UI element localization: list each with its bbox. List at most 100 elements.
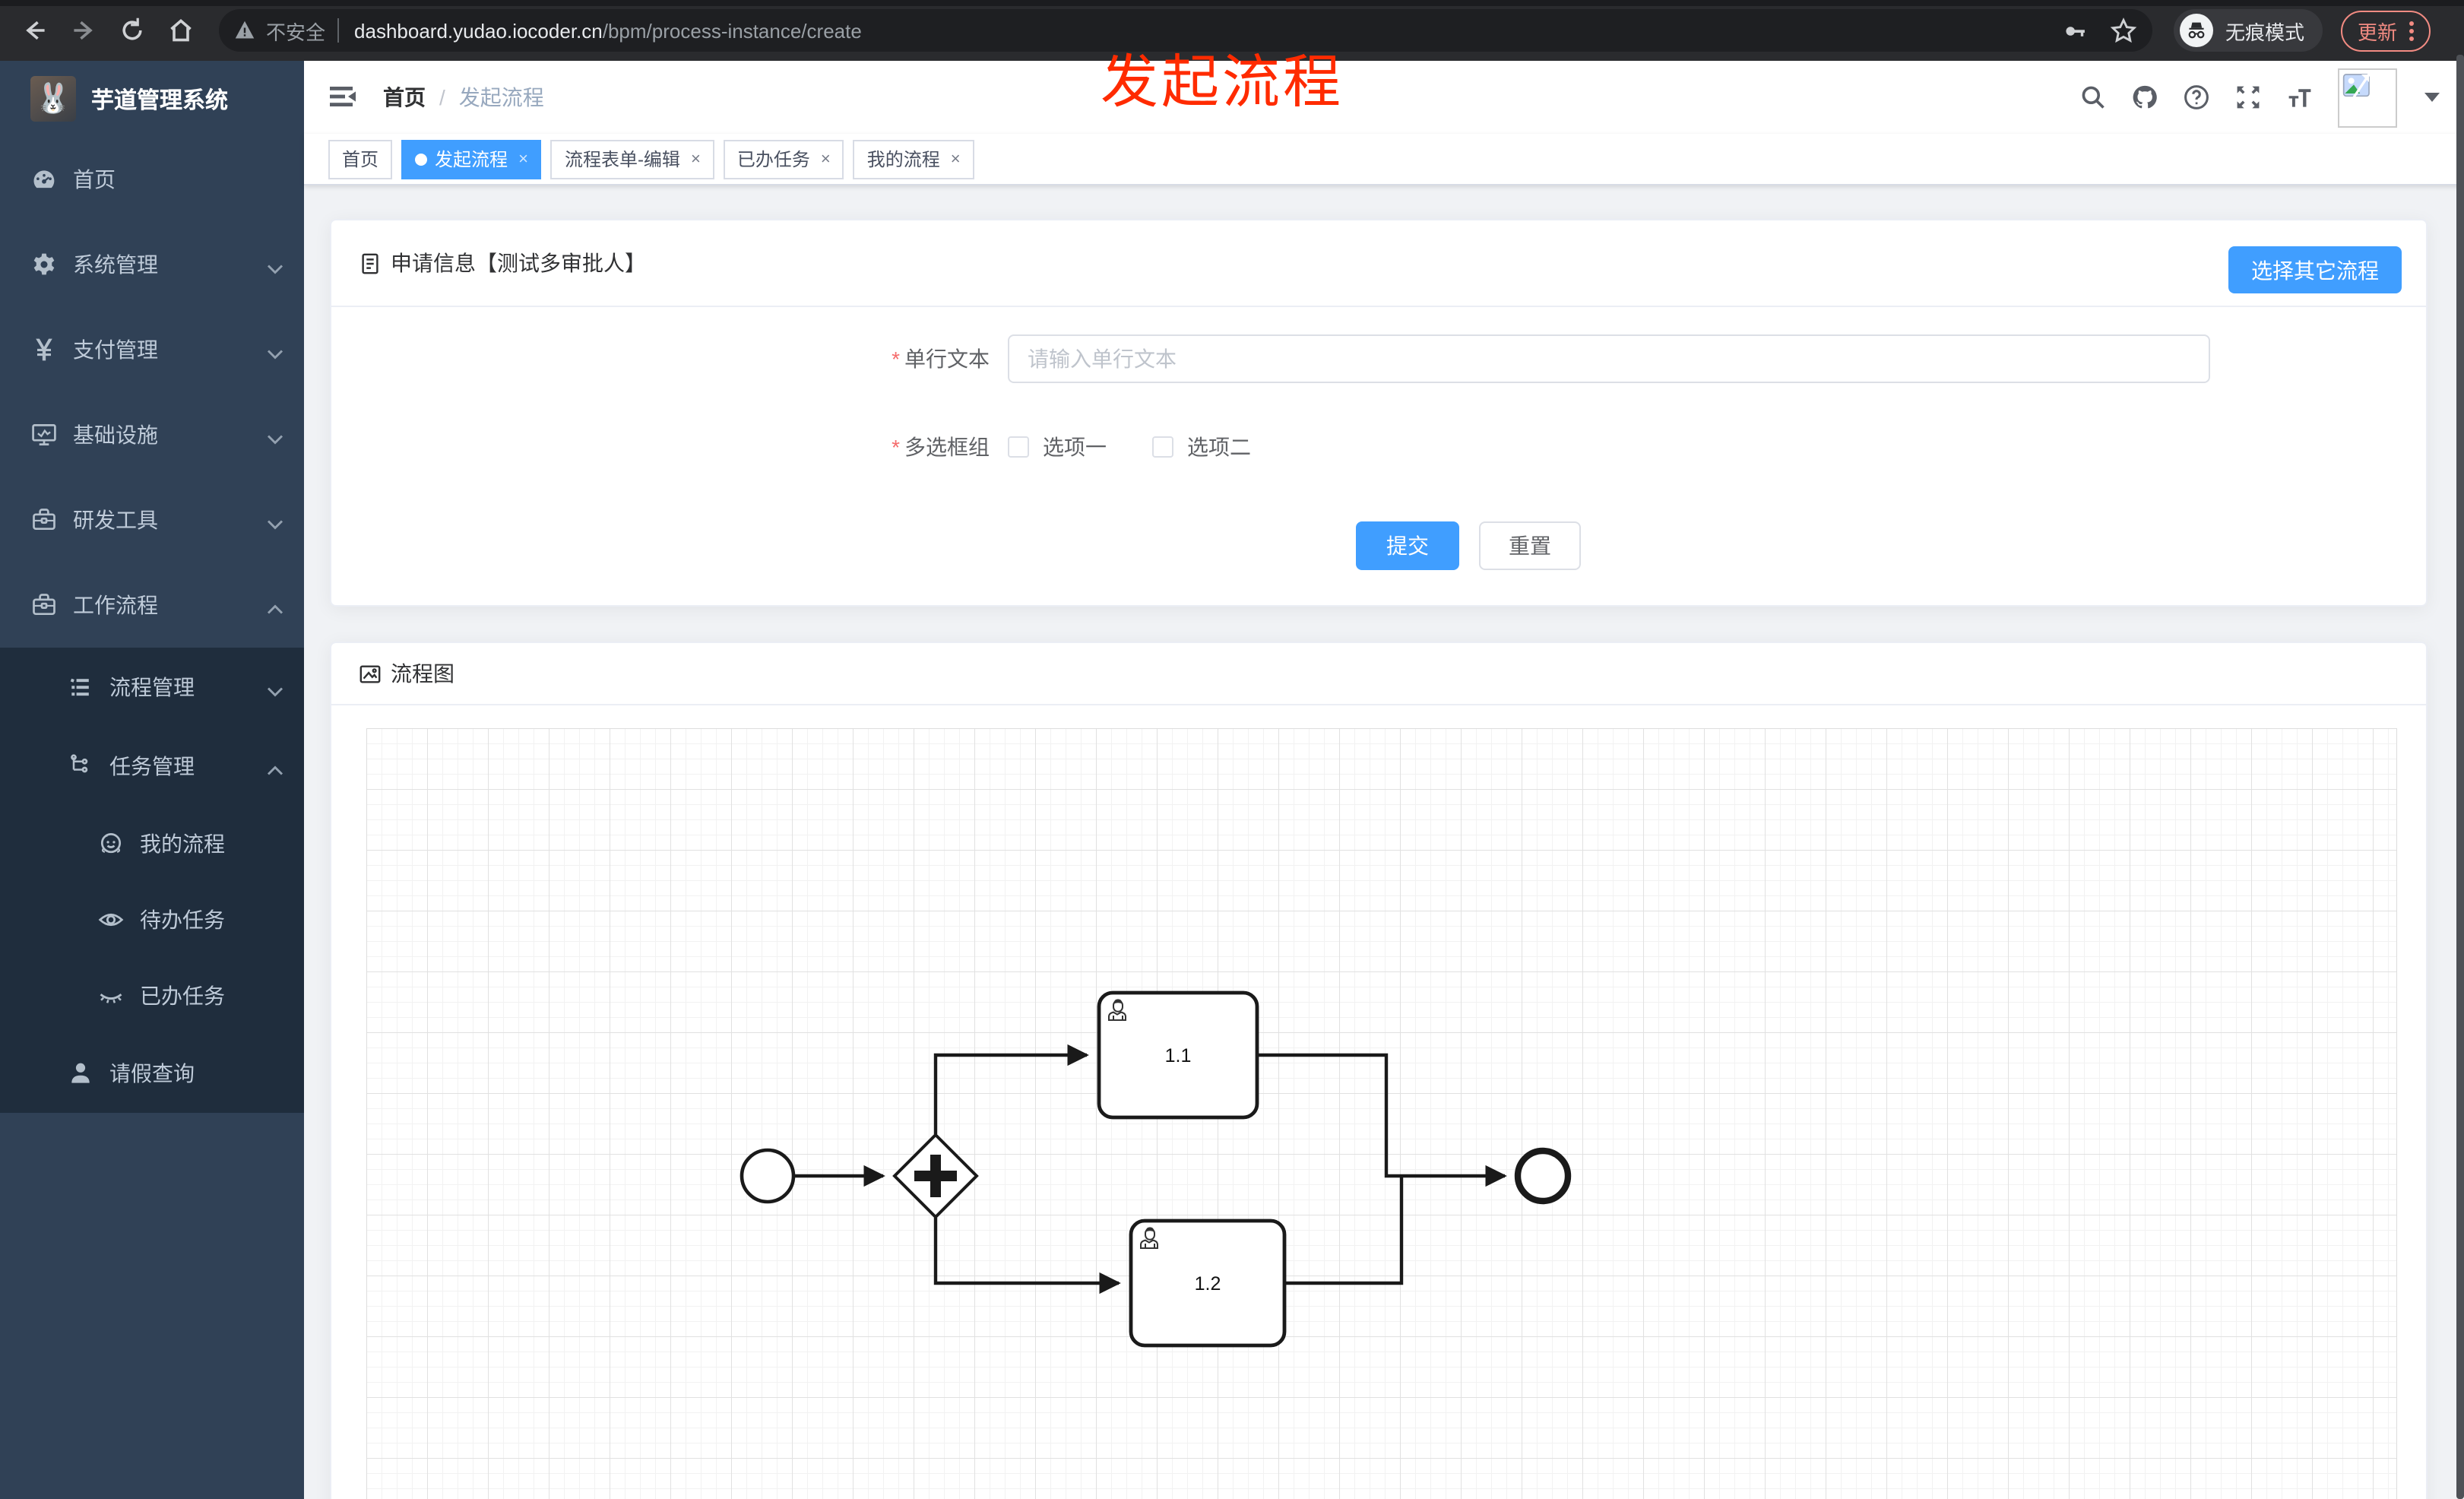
toolbox-icon <box>30 591 58 619</box>
person-icon <box>67 1060 94 1087</box>
content: 申请信息【测试多审批人】 选择其它流程 *单行文本 *多选框组 选项一 选项二 <box>304 185 2464 1499</box>
update-button[interactable]: 更新 <box>2341 10 2431 51</box>
security-label[interactable]: 不安全 <box>266 16 325 45</box>
sidebar-item-3[interactable]: 基础设施 <box>0 392 304 477</box>
dashboard-icon <box>30 166 58 193</box>
incognito-badge: 无痕模式 <box>2174 9 2323 52</box>
sidebar-item-6[interactable]: 流程管理 <box>0 648 304 727</box>
toolbox-icon <box>30 506 58 534</box>
chevron-down-icon <box>261 341 283 360</box>
monitor-icon <box>30 421 58 448</box>
sidebar-item-label: 系统管理 <box>73 252 158 277</box>
start-event[interactable] <box>740 1148 796 1204</box>
collapse-sidebar-icon[interactable] <box>328 82 359 113</box>
picture-icon <box>359 664 381 683</box>
checkbox-option-1[interactable]: 选项二 <box>1152 432 1251 462</box>
tab-label: 我的流程 <box>866 149 940 170</box>
task-label: 1.1 <box>1165 1045 1192 1066</box>
sidebar-item-7[interactable]: 任务管理 <box>0 727 304 806</box>
help-icon[interactable] <box>2183 84 2210 111</box>
submit-button[interactable]: 提交 <box>1356 521 1459 570</box>
checkbox-label: 选项二 <box>1187 435 1251 459</box>
chevron-up-icon <box>261 596 283 614</box>
tab-label: 流程表单-编辑 <box>564 149 680 170</box>
document-icon <box>362 252 378 274</box>
back-icon[interactable] <box>21 17 49 44</box>
sidebar-item-11[interactable]: 请假查询 <box>0 1034 304 1113</box>
user-task[interactable]: 1.2 <box>1129 1219 1287 1348</box>
sidebar-item-4[interactable]: 研发工具 <box>0 477 304 563</box>
checkbox-group-label: * 多选框组 <box>892 435 990 459</box>
breadcrumb-current: 发起流程 <box>458 85 544 109</box>
yen-icon <box>30 336 58 363</box>
search-icon[interactable] <box>2079 84 2107 111</box>
sidebar-item-2[interactable]: 支付管理 <box>0 307 304 392</box>
text-field-input[interactable] <box>1008 334 2210 383</box>
eye-icon <box>97 906 125 933</box>
key-icon[interactable] <box>2063 17 2089 43</box>
sidebar-item-label: 我的流程 <box>140 832 225 856</box>
end-event[interactable] <box>1514 1147 1572 1205</box>
close-icon[interactable]: × <box>821 150 831 168</box>
github-icon[interactable] <box>2131 84 2158 111</box>
avatar[interactable] <box>2338 68 2397 127</box>
reset-button[interactable]: 重置 <box>1479 521 1581 570</box>
sidebar-item-label: 请假查询 <box>109 1061 195 1085</box>
url-host: dashboard.yudao.iocoder.cn <box>354 19 603 42</box>
sidebar-item-1[interactable]: 系统管理 <box>0 222 304 307</box>
page-scrollbar[interactable] <box>2456 55 2464 1499</box>
tab-2[interactable]: 流程表单-编辑 × <box>550 139 714 179</box>
tab-label: 已办任务 <box>736 149 810 170</box>
breadcrumb-separator: / <box>439 85 445 109</box>
sidebar-item-10[interactable]: 已办任务 <box>0 958 304 1034</box>
breadcrumb: 首页 / 发起流程 <box>383 82 544 113</box>
text-field-row: * 单行文本 <box>331 334 2426 383</box>
checkbox[interactable] <box>1152 436 1173 458</box>
home-icon[interactable] <box>167 17 195 44</box>
close-icon[interactable]: × <box>691 150 701 168</box>
address-bar[interactable]: 不安全 dashboard.yudao.iocoder.cn/bpm/proce… <box>219 9 2152 52</box>
select-other-process-button[interactable]: 选择其它流程 <box>2228 246 2402 293</box>
task-label: 1.2 <box>1195 1273 1221 1295</box>
required-mark: * <box>892 347 900 371</box>
sidebar-item-label: 研发工具 <box>73 508 158 532</box>
sidebar-item-8[interactable]: 我的流程 <box>0 806 304 882</box>
sidebar-item-label: 工作流程 <box>73 593 158 617</box>
sidebar-item-5[interactable]: 工作流程 <box>0 563 304 648</box>
chevron-down-icon <box>261 678 283 697</box>
bpmn-canvas[interactable]: 1.1 1.2 <box>366 727 2398 1499</box>
user-task[interactable]: 1.1 <box>1097 990 1259 1120</box>
header: 首页 / 发起流程 <box>304 61 2464 134</box>
tab-label: 发起流程 <box>435 149 508 170</box>
app-title: 芋道管理系统 <box>91 87 229 113</box>
fullscreen-icon[interactable] <box>2234 84 2262 111</box>
sidebar-item-label: 支付管理 <box>73 338 158 362</box>
required-mark: * <box>892 435 900 459</box>
gear-icon <box>30 251 58 278</box>
tab-3[interactable]: 已办任务 × <box>723 139 844 179</box>
checkbox-option-0[interactable]: 选项一 <box>1008 432 1107 462</box>
font-size-icon[interactable] <box>2286 84 2314 111</box>
apply-info-title: 申请信息【测试多审批人】 <box>391 251 646 275</box>
list-icon <box>67 673 94 701</box>
close-icon[interactable]: × <box>951 150 961 168</box>
breadcrumb-home[interactable]: 首页 <box>383 82 426 113</box>
tab-0[interactable]: 首页 <box>328 139 393 179</box>
close-icon[interactable]: × <box>518 150 528 168</box>
tab-4[interactable]: 我的流程 × <box>853 139 974 179</box>
forward-icon[interactable] <box>70 17 97 44</box>
sidebar-item-0[interactable]: 首页 <box>0 137 304 222</box>
tab-1[interactable]: 发起流程 × <box>401 139 542 179</box>
checkbox[interactable] <box>1008 436 1029 458</box>
browser-menu-icon[interactable] <box>2409 21 2415 40</box>
sidebar-item-label: 任务管理 <box>109 754 195 778</box>
sidebar-item-label: 首页 <box>73 167 116 192</box>
avatar-caret-icon[interactable] <box>2424 93 2440 102</box>
bookmark-star-icon[interactable] <box>2110 17 2137 44</box>
sidebar-logo[interactable]: 🐰 芋道管理系统 <box>0 61 304 137</box>
update-label: 更新 <box>2358 21 2398 43</box>
tabs-bar: 首页 发起流程 × 流程表单-编辑 × 已办任务 × 我的流程 × <box>304 134 2464 185</box>
process-diagram-card-header: 流程图 <box>331 643 2426 705</box>
sidebar-item-9[interactable]: 待办任务 <box>0 882 304 958</box>
reload-icon[interactable] <box>119 17 146 44</box>
